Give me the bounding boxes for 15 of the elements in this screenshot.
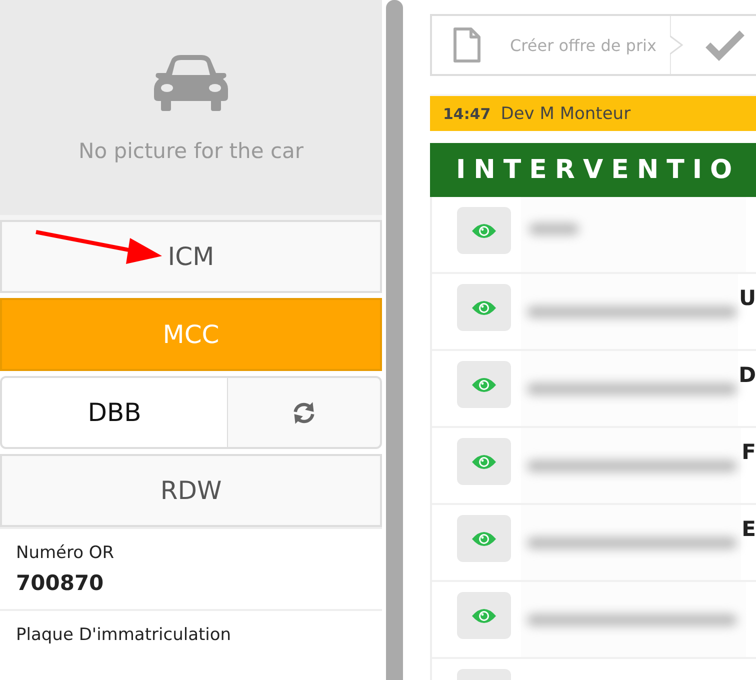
- step-label: Créer offre de prix: [510, 36, 656, 54]
- time-text: 14:47: [443, 104, 491, 122]
- row-text: E: [742, 517, 756, 541]
- source-button[interactable]: ICM: [0, 220, 382, 293]
- field-label: Plaque D'immatriculation: [16, 625, 232, 645]
- row-text: D: [738, 363, 756, 387]
- field-value: 700870: [16, 571, 105, 595]
- row-text: U: [738, 286, 756, 310]
- status-text: Dev M Monteur: [500, 104, 631, 124]
- source-button[interactable]: DBB: [0, 376, 228, 449]
- source-button[interactable]: RDW: [0, 454, 382, 527]
- field-label: Numéro OR: [16, 543, 116, 563]
- section-header: INTERVENTIO: [430, 143, 756, 197]
- placeholder-text: No picture for the car: [78, 138, 304, 162]
- row-text: F: [742, 440, 756, 464]
